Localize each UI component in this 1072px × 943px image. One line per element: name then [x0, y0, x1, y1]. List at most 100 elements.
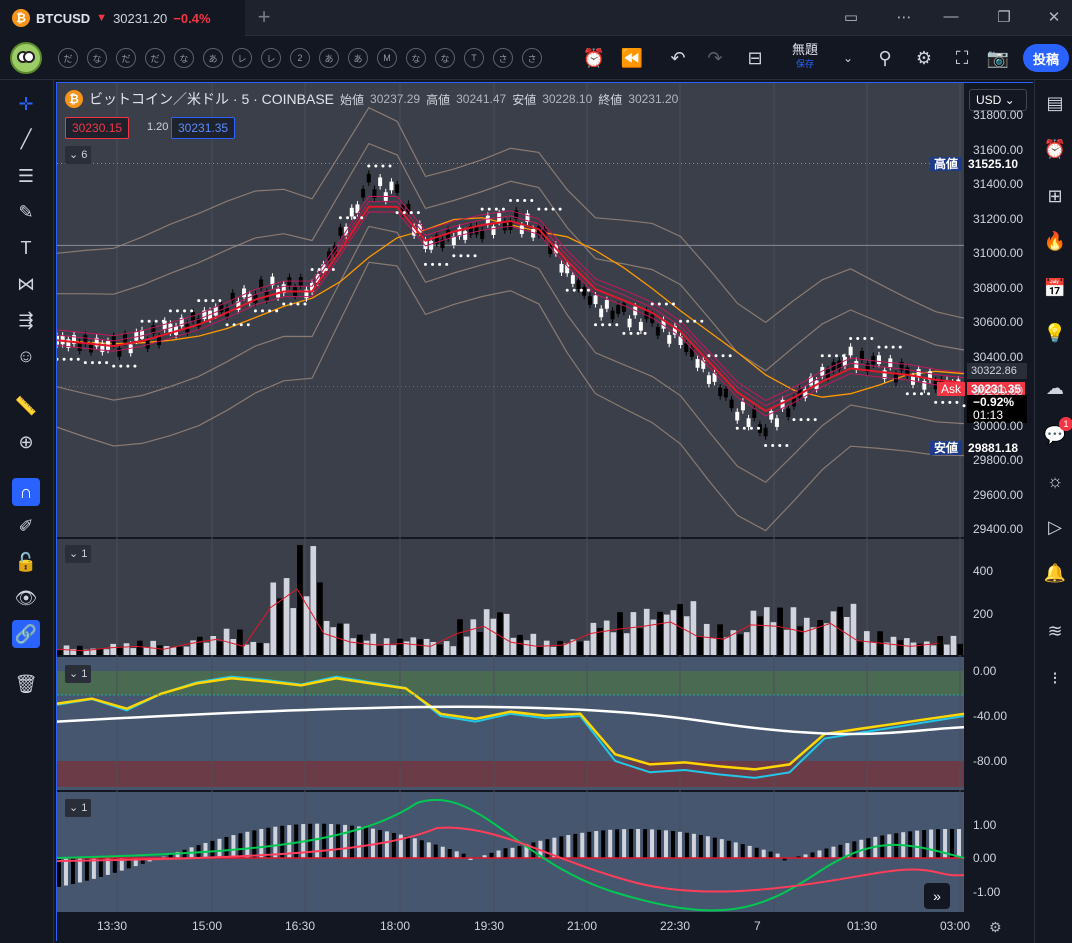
ideas-icon[interactable]: 💡 [1042, 320, 1068, 346]
replay-icon[interactable]: ⏪ [620, 46, 644, 70]
sar-dot [700, 319, 704, 323]
chat-icon[interactable]: 💬 1 [1042, 417, 1072, 448]
ruler-icon[interactable]: 📏 [12, 392, 40, 420]
lock-draw-icon[interactable]: ✐ [12, 512, 40, 540]
volume-bar [577, 641, 583, 655]
quick-button[interactable]: な [87, 48, 107, 68]
eye-icon[interactable]: 👁 [12, 584, 40, 612]
quick-button[interactable]: な [406, 48, 426, 68]
volume-bar [557, 640, 563, 655]
camera-icon[interactable]: 📷 [986, 46, 1010, 70]
quick-button[interactable]: だ [116, 48, 136, 68]
quick-button[interactable]: だ [58, 48, 78, 68]
quick-button[interactable]: M [377, 48, 397, 68]
volume-bar [717, 624, 723, 655]
candle-body [604, 300, 609, 309]
osc2-histogram-bar [663, 830, 668, 858]
indicators-toggle[interactable]: ⌄ 6 [65, 146, 92, 164]
symbol-tab[interactable]: ₿ BTCUSD ▼ 30231.20 −0.4% [0, 0, 245, 36]
quick-button[interactable]: な [174, 48, 194, 68]
price-axis-label: 30200.00 [973, 384, 1024, 398]
quick-button[interactable]: 2 [290, 48, 310, 68]
restore-icon[interactable]: ❐ [993, 8, 1015, 26]
close-icon[interactable]: ✕ [1043, 8, 1065, 26]
zoom-icon[interactable]: ⊕ [12, 428, 40, 456]
undo-icon[interactable]: ↶ [666, 46, 690, 70]
volume-bar [323, 620, 330, 655]
alarm-add-icon[interactable]: ⏰ [582, 46, 606, 70]
layout-name-button[interactable]: 無題 保存 [780, 43, 830, 71]
quick-button[interactable]: さ [493, 48, 513, 68]
trendline-icon[interactable]: ╱ [12, 125, 40, 153]
redo-icon[interactable]: ↷ [703, 46, 727, 70]
scroll-to-realtime-button[interactable]: » [924, 883, 950, 909]
layout-icon[interactable]: ⊟ [743, 46, 767, 70]
forecast-icon[interactable]: ⇶ [12, 306, 40, 334]
osc2-histogram-bar [210, 840, 215, 858]
chevron-down-icon[interactable]: ⌄ [836, 46, 860, 70]
gear-icon[interactable]: ⚙ [912, 46, 936, 70]
quick-button[interactable]: あ [319, 48, 339, 68]
osc2-histogram-bar [908, 831, 913, 858]
volume-bar [357, 634, 363, 655]
volume-bar [750, 610, 757, 655]
quick-button[interactable]: レ [232, 48, 252, 68]
buy-button[interactable]: 30231.35 [171, 117, 236, 139]
monitor-icon[interactable]: ▭ [840, 8, 862, 26]
stream-icon[interactable]: ▷ [1042, 514, 1068, 540]
sell-button[interactable]: 30230.15 [65, 117, 130, 139]
fib-icon[interactable]: ☰ [12, 162, 40, 190]
volume-bar [57, 650, 63, 655]
axis-settings-icon[interactable]: ⚙ [989, 919, 1002, 936]
publish-button[interactable]: 投稿 [1023, 44, 1069, 72]
osc2-pane-toggle[interactable]: ⌄ 1 [65, 799, 92, 817]
alarm-icon[interactable]: ⏰ [1042, 136, 1068, 162]
cloud-icon[interactable]: ☁ [1042, 375, 1068, 401]
pattern-icon[interactable]: ⋈ [12, 270, 40, 298]
quick-button[interactable]: だ [145, 48, 165, 68]
emoji-icon[interactable]: ☺ [12, 342, 40, 370]
sar-dot [905, 392, 909, 396]
watchlist-icon[interactable]: ▤ [1042, 90, 1068, 116]
quick-button[interactable]: さ [522, 48, 542, 68]
osc2-histogram-bar [831, 846, 836, 858]
volume-bar [257, 643, 263, 655]
quick-search-icon[interactable]: ⚲ [873, 46, 897, 70]
signals-icon[interactable]: ≋ [1042, 618, 1068, 644]
text-icon[interactable]: T [12, 234, 40, 262]
minimize-icon[interactable]: — [940, 8, 962, 25]
more-icon[interactable]: ⋯ [893, 8, 915, 26]
unlock-icon[interactable]: 🔓 [12, 548, 40, 576]
volume-pane-toggle[interactable]: ⌄ 1 [65, 545, 92, 563]
fullscreen-icon[interactable]: ⛶ [950, 46, 974, 70]
notification-bell-icon[interactable]: 🔔 [1042, 560, 1068, 586]
idea-stream-icon[interactable]: ☼ [1042, 468, 1068, 494]
sar-dot [898, 345, 902, 349]
quick-button[interactable]: T [464, 48, 484, 68]
quick-button[interactable]: な [435, 48, 455, 68]
quick-button[interactable]: あ [348, 48, 368, 68]
hotlist-icon[interactable]: 🔥 [1042, 228, 1068, 254]
osc1-pane-toggle[interactable]: ⌄ 1 [65, 665, 92, 683]
brush-icon[interactable]: ✎ [12, 198, 40, 226]
volume-bar [483, 609, 490, 655]
crosshair-icon[interactable]: ✛ [12, 90, 40, 118]
chart-canvas[interactable] [57, 83, 1034, 942]
volume-bar [450, 646, 457, 655]
new-tab-button[interactable]: + [252, 4, 276, 30]
magnet-icon[interactable]: ∩ [12, 478, 40, 506]
osc2-histogram-bar [747, 845, 752, 858]
volume-bar [217, 641, 223, 655]
link-icon[interactable]: 🔗 [12, 620, 40, 648]
volume-bar [757, 616, 763, 655]
quick-button[interactable]: あ [203, 48, 223, 68]
more-panels-icon[interactable]: ⁝ [1042, 665, 1068, 691]
avatar[interactable] [10, 42, 42, 74]
quick-button[interactable]: レ [261, 48, 281, 68]
volume-bar [283, 578, 290, 655]
chart-area[interactable]: ₿ ビットコイン／米ドル · 5 · COINBASE 始値 30237.29 高… [56, 82, 1034, 942]
trash-icon[interactable]: 🗑 [12, 670, 40, 698]
calendar-icon[interactable]: 📅 [1042, 275, 1068, 301]
data-window-icon[interactable]: ⊞ [1042, 183, 1068, 209]
volume-bar [857, 640, 863, 655]
